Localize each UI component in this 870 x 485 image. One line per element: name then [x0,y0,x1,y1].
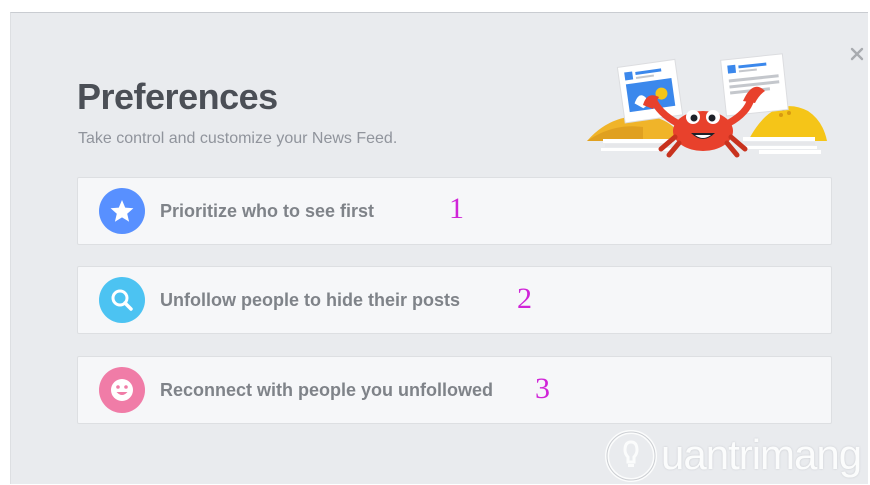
lightbulb-logo-icon [605,430,657,482]
option-reconnect[interactable]: Reconnect with people you unfollowed [77,356,832,424]
smiley-icon [99,367,145,413]
page-subtitle: Take control and customize your News Fee… [78,130,398,147]
option-label: Reconnect with people you unfollowed [160,380,494,400]
star-icon [99,188,145,234]
page-title: Preferences [77,76,278,117]
preferences-dialog: Preferences Take control and customize y… [10,12,868,484]
option-label: Prioritize who to see first [160,201,375,221]
close-icon[interactable] [849,46,865,62]
watermark: uantrimang [603,428,865,484]
magnifier-icon [99,277,145,323]
annotation-number-2: 2 [517,282,532,315]
crab-illustration [587,53,827,158]
option-unfollow[interactable]: Unfollow people to hide their posts [77,266,832,334]
watermark-text: uantrimang [661,431,862,478]
annotation-number-1: 1 [449,192,464,225]
annotation-number-3: 3 [535,372,550,405]
option-label: Unfollow people to hide their posts [160,290,460,310]
